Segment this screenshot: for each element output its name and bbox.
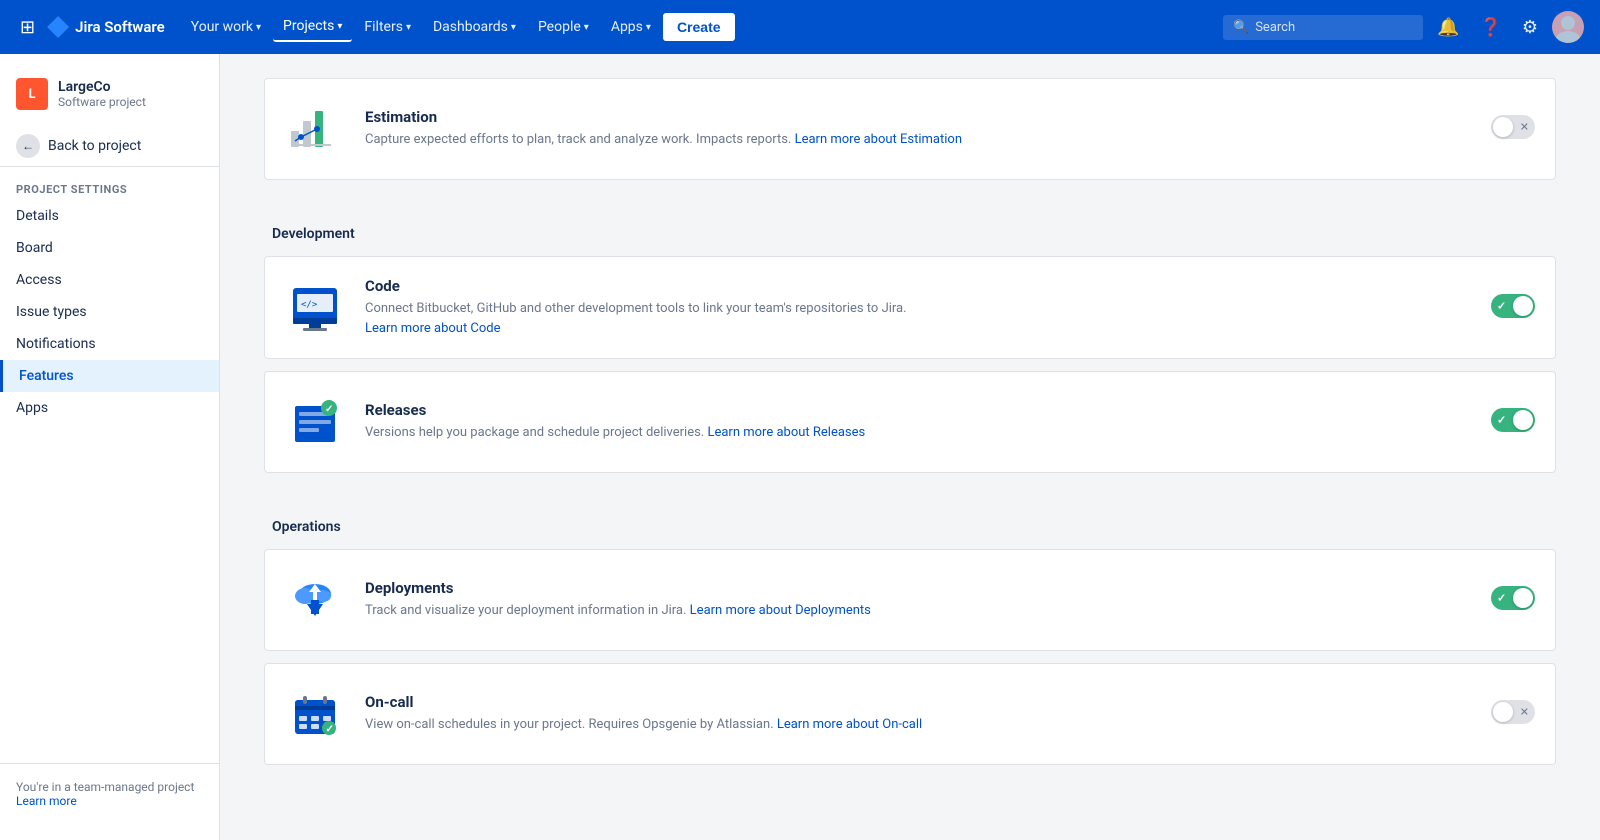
- releases-desc: Versions help you package and schedule p…: [365, 423, 1471, 443]
- estimation-toggle-wrap: [1491, 115, 1535, 143]
- code-toggle[interactable]: [1491, 294, 1535, 318]
- deployments-toggle-wrap: [1491, 586, 1535, 614]
- nav-people[interactable]: People ▾: [528, 13, 599, 41]
- nav-filters[interactable]: Filters ▾: [354, 13, 421, 41]
- toggle-knob: [1493, 702, 1513, 722]
- logo-text: Jira Software: [75, 18, 165, 36]
- estimation-toggle[interactable]: [1491, 115, 1535, 139]
- oncall-desc: View on-call schedules in your project. …: [365, 715, 1471, 735]
- settings-icon[interactable]: ⚙: [1516, 11, 1544, 44]
- sidebar-item-features[interactable]: Features: [0, 360, 219, 392]
- releases-title: Releases: [365, 401, 1471, 419]
- releases-icon: ✓: [285, 392, 345, 452]
- deployments-text: Deployments Track and visualize your dep…: [365, 579, 1471, 621]
- topnav-nav: Your work ▾ Projects ▾ Filters ▾ Dashboa…: [181, 12, 1215, 42]
- feature-card-oncall: ✓ On-call View on-call schedules in your…: [264, 663, 1556, 765]
- nav-dashboards[interactable]: Dashboards ▾: [423, 13, 526, 41]
- chevron-down-icon: ▾: [256, 22, 261, 33]
- operations-header: Operations: [252, 505, 1568, 549]
- project-info: LargeCo Software project: [58, 79, 146, 109]
- oncall-toggle-wrap: [1491, 700, 1535, 728]
- sidebar-footer: You're in a team-managed project Learn m…: [0, 763, 219, 824]
- svg-text:</>: </>: [301, 300, 318, 310]
- nav-apps[interactable]: Apps ▾: [601, 13, 661, 41]
- project-type: Software project: [58, 95, 146, 109]
- sidebar-item-details[interactable]: Details: [0, 200, 219, 232]
- releases-toggle[interactable]: [1491, 408, 1535, 432]
- releases-toggle-wrap: [1491, 408, 1535, 436]
- feature-card-deployments: Deployments Track and visualize your dep…: [264, 549, 1556, 651]
- chevron-down-icon: ▾: [337, 21, 342, 32]
- sidebar-item-notifications[interactable]: Notifications: [0, 328, 219, 360]
- feature-card-releases: ✓ Releases Versions help you package and…: [264, 371, 1556, 473]
- estimation-desc: Capture expected efforts to plan, track …: [365, 130, 1471, 150]
- toggle-knob: [1493, 117, 1513, 137]
- estimation-text: Estimation Capture expected efforts to p…: [365, 108, 1471, 150]
- estimation-icon: [285, 99, 345, 159]
- sidebar-item-issue-types[interactable]: Issue types: [0, 296, 219, 328]
- deployments-learn-more[interactable]: Learn more about Deployments: [690, 603, 871, 618]
- search-box[interactable]: 🔍 Search: [1223, 15, 1423, 40]
- feature-card-code: </> Code Connect Bitbucket, GitHub and o…: [264, 256, 1556, 359]
- toggle-knob: [1513, 410, 1533, 430]
- jira-logo[interactable]: Jira Software: [47, 16, 165, 38]
- deployments-title: Deployments: [365, 579, 1471, 597]
- oncall-icon: ✓: [285, 684, 345, 744]
- sidebar-item-board[interactable]: Board: [0, 232, 219, 264]
- code-desc: Connect Bitbucket, GitHub and other deve…: [365, 299, 1471, 338]
- code-icon: </>: [285, 278, 345, 338]
- help-icon[interactable]: ❓: [1473, 11, 1507, 44]
- grid-icon[interactable]: ⊞: [16, 13, 39, 42]
- sidebar-item-apps[interactable]: Apps: [0, 392, 219, 424]
- project-icon: L: [16, 78, 48, 110]
- section-operations: Operations Deployments Track and: [252, 505, 1568, 777]
- feature-card-estimation: Estimation Capture expected efforts to p…: [264, 78, 1556, 180]
- estimation-title: Estimation: [365, 108, 1471, 126]
- topnav-right: 🔍 Search 🔔 ❓ ⚙: [1223, 11, 1584, 44]
- sidebar-section-title: Project settings: [0, 175, 219, 200]
- user-avatar[interactable]: [1552, 11, 1584, 43]
- back-to-project[interactable]: ← Back to project: [0, 126, 219, 167]
- section-development: Development </> Code Connect Bitb: [252, 212, 1568, 485]
- top-navigation: ⊞ Jira Software Your work ▾ Projects ▾ F…: [0, 0, 1600, 54]
- chevron-down-icon: ▾: [511, 22, 516, 33]
- svg-text:✓: ✓: [326, 724, 334, 735]
- sidebar: L LargeCo Software project ← Back to pro…: [0, 54, 220, 840]
- estimation-learn-more[interactable]: Learn more about Estimation: [795, 132, 962, 147]
- project-name: LargeCo: [58, 79, 146, 95]
- create-button[interactable]: Create: [663, 13, 735, 41]
- releases-learn-more[interactable]: Learn more about Releases: [707, 425, 865, 440]
- deployments-icon: [285, 570, 345, 630]
- svg-text:✓: ✓: [325, 404, 333, 415]
- code-title: Code: [365, 277, 1471, 295]
- nav-your-work[interactable]: Your work ▾: [181, 13, 271, 41]
- releases-text: Releases Versions help you package and s…: [365, 401, 1471, 443]
- deployments-desc: Track and visualize your deployment info…: [365, 601, 1471, 621]
- nav-projects[interactable]: Projects ▾: [273, 12, 352, 42]
- logo-diamond: [47, 16, 69, 38]
- search-icon: 🔍: [1233, 20, 1249, 35]
- chevron-down-icon: ▾: [406, 22, 411, 33]
- code-text: Code Connect Bitbucket, GitHub and other…: [365, 277, 1471, 338]
- deployments-toggle[interactable]: [1491, 586, 1535, 610]
- learn-more-link[interactable]: Learn more: [16, 794, 77, 808]
- toggle-knob: [1513, 588, 1533, 608]
- toggle-knob: [1513, 296, 1533, 316]
- code-learn-more[interactable]: Learn more about Code: [365, 321, 501, 336]
- app-layout: L LargeCo Software project ← Back to pro…: [0, 54, 1600, 840]
- development-header: Development: [252, 212, 1568, 256]
- main-content: Estimation Capture expected efforts to p…: [220, 54, 1600, 840]
- sidebar-item-access[interactable]: Access: [0, 264, 219, 296]
- oncall-toggle[interactable]: [1491, 700, 1535, 724]
- chevron-down-icon: ▾: [646, 22, 651, 33]
- oncall-title: On-call: [365, 693, 1471, 711]
- sidebar-project: L LargeCo Software project: [0, 70, 219, 126]
- notifications-icon[interactable]: 🔔: [1431, 11, 1465, 44]
- oncall-learn-more[interactable]: Learn more about On-call: [777, 717, 922, 732]
- section-estimation: Estimation Capture expected efforts to p…: [252, 78, 1568, 192]
- back-icon: ←: [16, 134, 40, 158]
- oncall-text: On-call View on-call schedules in your p…: [365, 693, 1471, 735]
- chevron-down-icon: ▾: [584, 22, 589, 33]
- code-toggle-wrap: [1491, 294, 1535, 322]
